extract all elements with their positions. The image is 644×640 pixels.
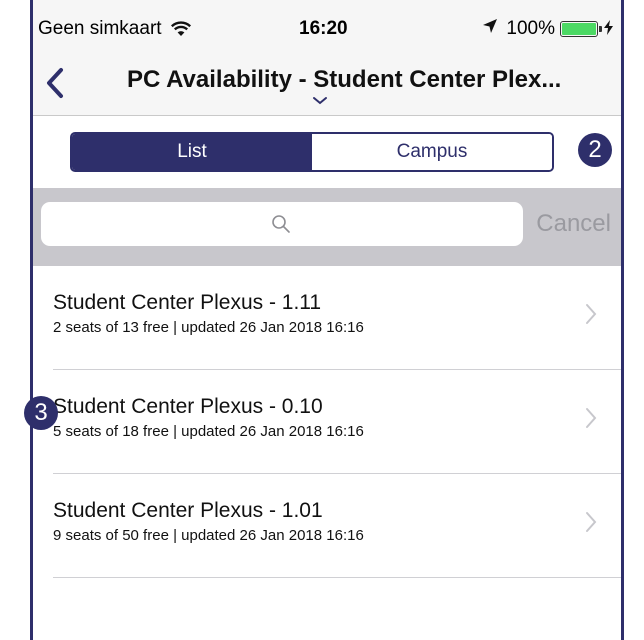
battery-icon: [560, 21, 602, 37]
phone-screen: Geen simkaart 16:20 100% PC Availability…: [30, 0, 624, 640]
status-time: 16:20: [299, 18, 348, 39]
page-title: PC Availability - Student Center Plex...: [127, 66, 562, 93]
navigation-header: Geen simkaart 16:20 100% PC Availability…: [33, 0, 621, 116]
navigation-bar: PC Availability - Student Center Plex...: [33, 56, 621, 108]
location-row-2[interactable]: Student Center Plexus - 0.10 5 seats of …: [33, 370, 621, 474]
search-icon: [272, 215, 290, 233]
back-button[interactable]: [41, 66, 71, 100]
charging-bolt-icon: [604, 19, 613, 39]
location-availability: 5 seats of 18 free | updated 26 Jan 2018…: [53, 423, 364, 440]
chevron-down-icon[interactable]: [312, 96, 328, 106]
location-availability: 2 seats of 13 free | updated 26 Jan 2018…: [53, 319, 364, 336]
location-row-3[interactable]: Student Center Plexus - 1.01 9 seats of …: [33, 474, 621, 578]
location-availability: 9 seats of 50 free | updated 26 Jan 2018…: [53, 527, 364, 544]
view-segmented-control: List Campus: [70, 132, 554, 172]
location-row-1[interactable]: Student Center Plexus - 1.11 2 seats of …: [33, 266, 621, 370]
callout-marker-3: 3: [24, 396, 58, 430]
search-input[interactable]: [41, 202, 523, 246]
search-bar: Cancel: [33, 188, 621, 266]
location-title: Student Center Plexus - 0.10: [53, 395, 323, 418]
location-title: Student Center Plexus - 1.11: [53, 291, 322, 314]
battery-percent: 100%: [506, 18, 555, 39]
wifi-icon: [170, 20, 192, 38]
row-divider: [53, 577, 621, 578]
chevron-right-icon: [586, 512, 597, 532]
chevron-right-icon: [586, 408, 597, 428]
cancel-button[interactable]: Cancel: [536, 210, 611, 238]
status-bar: Geen simkaart 16:20 100%: [33, 14, 621, 42]
chevron-left-icon: [47, 68, 63, 98]
location-list: Student Center Plexus - 1.11 2 seats of …: [33, 266, 621, 578]
battery-level: [562, 23, 596, 35]
chevron-right-icon: [586, 304, 597, 324]
callout-marker-2: 2: [578, 133, 612, 167]
list-tab[interactable]: List: [72, 134, 312, 170]
carrier-label: Geen simkaart: [38, 18, 162, 39]
view-switcher-area: List Campus: [33, 116, 621, 188]
location-title: Student Center Plexus - 1.01: [53, 499, 323, 522]
location-arrow-icon: [482, 18, 498, 40]
campus-tab[interactable]: Campus: [312, 134, 552, 170]
